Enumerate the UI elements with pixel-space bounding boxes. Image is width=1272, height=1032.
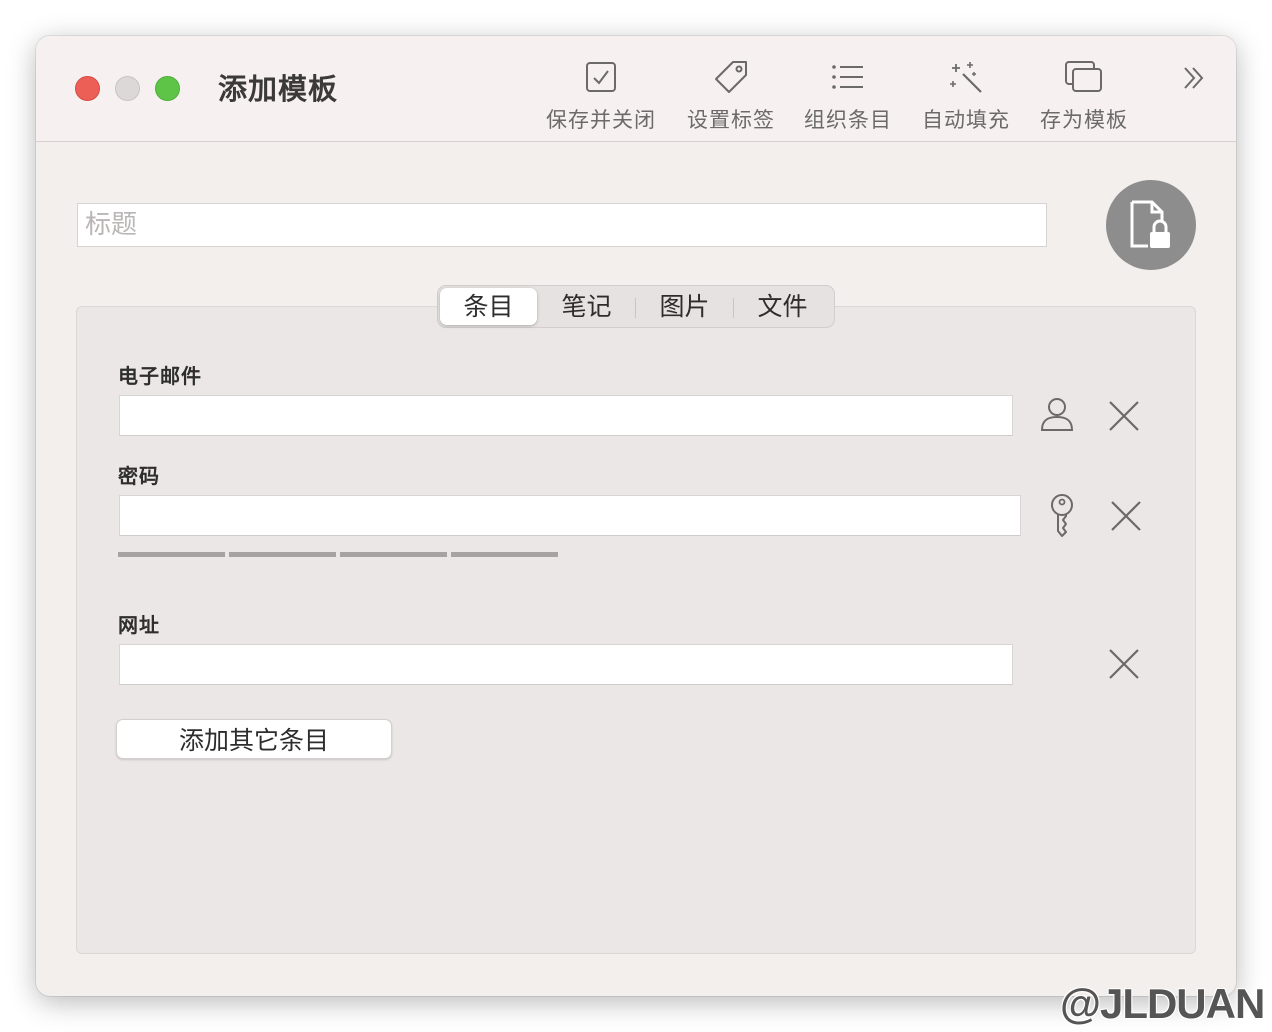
auto-fill-label: 自动填充: [922, 108, 1010, 132]
save-and-close-label: 保存并关闭: [546, 108, 656, 132]
save-as-template-button[interactable]: 存为模板: [1024, 54, 1144, 134]
add-other-item-button[interactable]: 添加其它条目: [116, 719, 392, 759]
title-input[interactable]: [77, 203, 1047, 247]
password-strength-segment: [229, 552, 336, 557]
close-icon[interactable]: [1108, 400, 1140, 432]
password-label: 密码: [118, 464, 160, 488]
set-tag-button[interactable]: 设置标签: [671, 54, 791, 134]
close-window-button[interactable]: [75, 76, 100, 101]
tab-images[interactable]: 图片: [636, 288, 733, 325]
tab-files[interactable]: 文件: [734, 288, 831, 325]
checkbox-icon: [586, 62, 616, 92]
magic-wand-icon: [950, 62, 982, 93]
titlebar: 添加模板 保存并关闭 设置标签 组织条目 自动填充 存为模板: [36, 36, 1236, 142]
email-field[interactable]: [119, 395, 1013, 436]
window-title: 添加模板: [218, 72, 339, 106]
add-template-window: 添加模板 保存并关闭 设置标签 组织条目 自动填充 存为模板 标题 条目 笔记 …: [36, 36, 1236, 996]
organize-items-label: 组织条目: [804, 108, 892, 132]
organize-items-button[interactable]: 组织条目: [788, 54, 908, 134]
tab-notes[interactable]: 笔记: [538, 288, 635, 325]
document-lock-icon: [1130, 200, 1170, 248]
zoom-window-button[interactable]: [155, 76, 180, 101]
tag-icon: [715, 61, 747, 93]
key-icon[interactable]: [1047, 493, 1077, 539]
password-strength-segment: [340, 552, 447, 557]
url-label: 网址: [118, 613, 160, 637]
email-label: 电子邮件: [118, 364, 202, 388]
tab-items[interactable]: 条目: [440, 288, 537, 325]
double-chevron-right-icon[interactable]: [1180, 64, 1208, 92]
password-strength-segment: [451, 552, 558, 557]
close-icon[interactable]: [1108, 648, 1140, 680]
watermark: @JLDUAN: [1060, 980, 1265, 1027]
minimize-window-button[interactable]: [115, 76, 140, 101]
tab-bar: 条目 笔记 图片 文件: [437, 285, 835, 328]
url-field[interactable]: [119, 644, 1013, 685]
document-lock-button[interactable]: [1106, 180, 1196, 270]
auto-fill-button[interactable]: 自动填充: [906, 54, 1026, 134]
set-tag-label: 设置标签: [687, 108, 775, 132]
list-icon: [832, 65, 863, 89]
password-field[interactable]: [119, 495, 1021, 536]
template-icon: [1065, 61, 1102, 92]
save-and-close-button[interactable]: 保存并关闭: [541, 54, 661, 134]
person-icon[interactable]: [1038, 396, 1076, 434]
password-strength-segment: [118, 552, 225, 557]
close-icon[interactable]: [1110, 500, 1142, 532]
save-as-template-label: 存为模板: [1040, 108, 1128, 132]
